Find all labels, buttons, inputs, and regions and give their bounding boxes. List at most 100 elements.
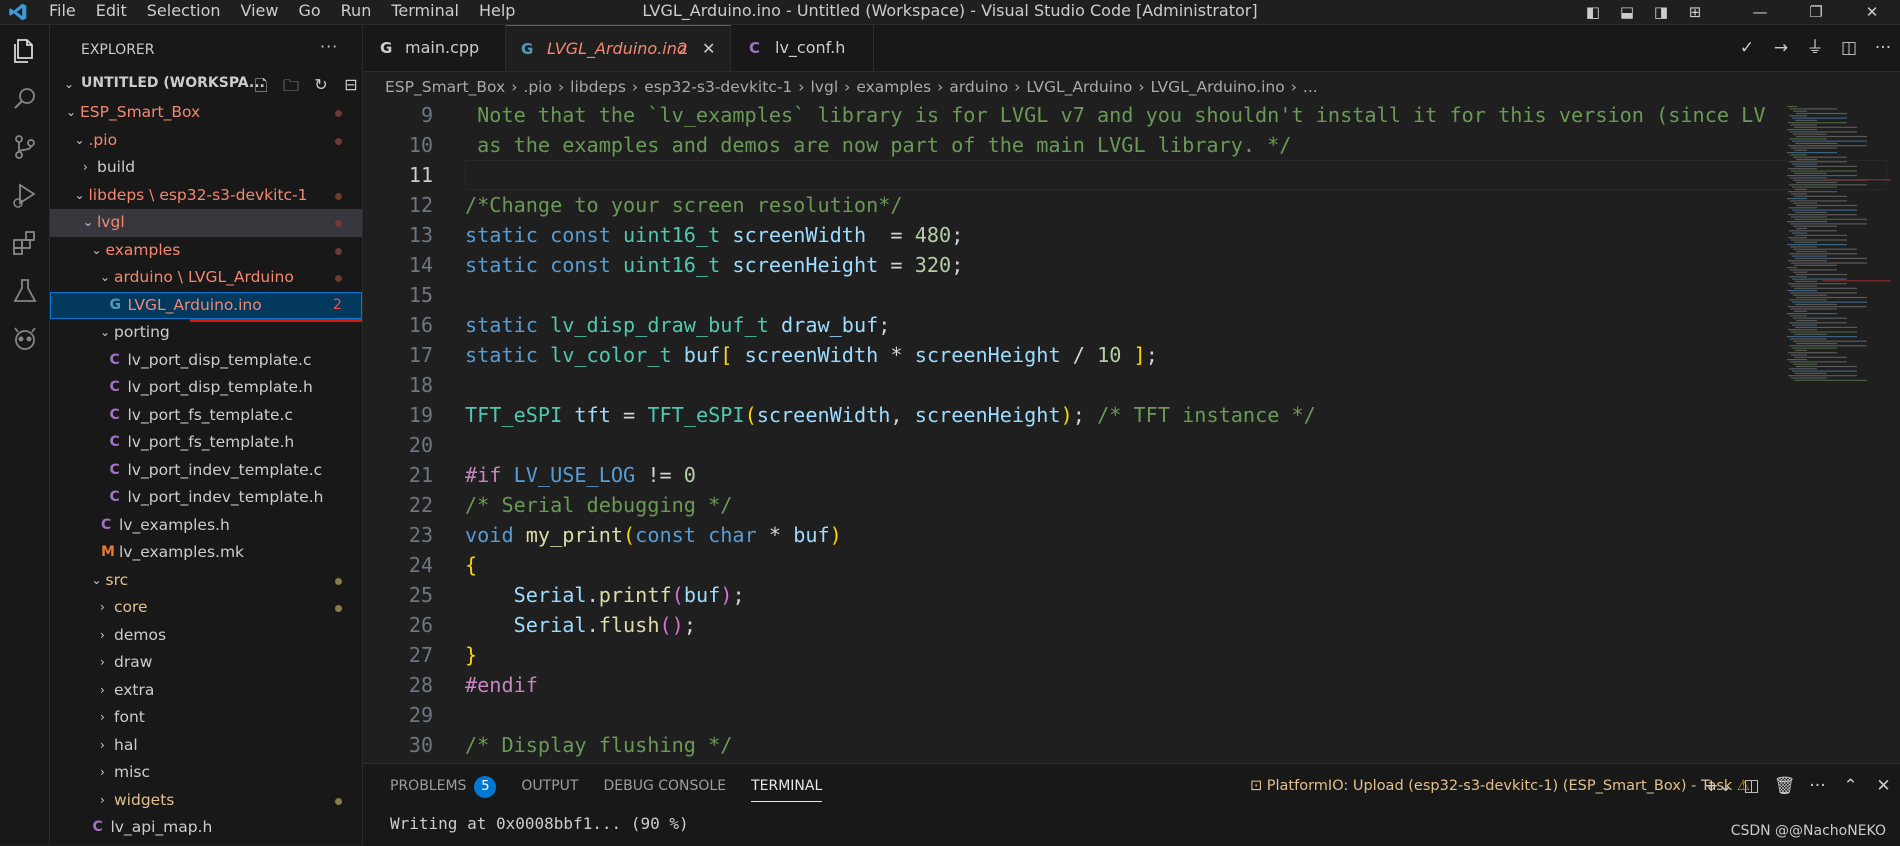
code-line[interactable]: static const uint16_t screenHeight = 320… bbox=[465, 250, 1765, 280]
code-line[interactable]: #endif bbox=[465, 670, 1765, 700]
tree-item[interactable]: › build bbox=[50, 154, 362, 182]
tree-item[interactable]: Clv_port_disp_template.h bbox=[50, 374, 362, 402]
split-terminal-icon[interactable]: ◫ bbox=[1735, 764, 1768, 808]
breadcrumb-item[interactable]: arduino bbox=[949, 78, 1008, 96]
terminal-task-selector[interactable]: ⊡ PlatformIO: Upload (esp32-s3-devkitc-1… bbox=[1250, 764, 1750, 808]
code-line[interactable]: #if LV_USE_LOG != 0 bbox=[465, 460, 1765, 490]
breadcrumb-item[interactable]: lvgl bbox=[811, 78, 839, 96]
minimize-button[interactable]: — bbox=[1732, 2, 1788, 22]
trash-icon[interactable]: 🗑 bbox=[1768, 764, 1801, 808]
workspace-header[interactable]: ⌄ UNTITLED (WORKSPA... 🗋 🗀 ↻ ⊟ bbox=[50, 72, 362, 99]
tree-item[interactable]: Clv_examples.h bbox=[50, 512, 362, 540]
breadcrumb-item[interactable]: libdeps bbox=[570, 78, 626, 96]
tree-item[interactable]: ⌄ ESP_Smart_Box bbox=[50, 99, 362, 127]
tree-item[interactable]: Clv_api_map.h bbox=[50, 814, 362, 842]
breadcrumb-item[interactable]: examples bbox=[856, 78, 931, 96]
more-actions-icon[interactable]: ··· bbox=[320, 37, 338, 56]
plug-icon[interactable]: ⏚ bbox=[1798, 25, 1832, 71]
code-line[interactable]: } bbox=[465, 640, 1765, 670]
close-window-button[interactable]: ✕ bbox=[1844, 2, 1900, 22]
menu-terminal[interactable]: Terminal bbox=[391, 0, 459, 24]
code-line[interactable]: Serial.flush(); bbox=[465, 610, 1765, 640]
menu-run[interactable]: Run bbox=[341, 0, 372, 24]
explorer-icon[interactable] bbox=[9, 35, 41, 67]
tree-item[interactable]: ⌄ examples bbox=[50, 237, 362, 265]
tab-output[interactable]: OUTPUT bbox=[521, 764, 578, 808]
code-line[interactable]: { bbox=[465, 550, 1765, 580]
menu-file[interactable]: File bbox=[49, 0, 76, 24]
tree-item[interactable]: Clv_port_indev_template.c bbox=[50, 457, 362, 485]
toggle-primary-sidebar-icon[interactable]: ◧ bbox=[1576, 2, 1610, 22]
code-line[interactable] bbox=[465, 280, 1765, 310]
tab-terminal[interactable]: TERMINAL bbox=[751, 764, 823, 808]
split-editor-icon[interactable]: ◫ bbox=[1832, 25, 1866, 71]
tree-item[interactable]: › draw bbox=[50, 649, 362, 677]
tree-item[interactable]: › widgets bbox=[50, 787, 362, 815]
code-line[interactable]: /*Change to your screen resolution*/ bbox=[465, 190, 1765, 220]
tree-item[interactable]: › extra bbox=[50, 677, 362, 705]
code-line[interactable]: TFT_eSPI tft = TFT_eSPI(screenWidth, scr… bbox=[465, 400, 1765, 430]
close-panel-icon[interactable]: ✕ bbox=[1867, 764, 1900, 808]
source-control-icon[interactable] bbox=[9, 131, 41, 163]
new-terminal-icon[interactable]: +⌄ bbox=[1702, 764, 1735, 808]
breadcrumb-item[interactable]: ... bbox=[1303, 78, 1318, 96]
tree-item[interactable]: Clv_port_fs_template.c bbox=[50, 402, 362, 430]
code-content[interactable]: Note that the `lv_examples` library is f… bbox=[465, 100, 1765, 760]
tab-debug-console[interactable]: DEBUG CONSOLE bbox=[603, 764, 726, 808]
menu-go[interactable]: Go bbox=[298, 0, 320, 24]
tree-item[interactable]: Mlv_examples.mk bbox=[50, 539, 362, 567]
extensions-icon[interactable] bbox=[9, 227, 41, 259]
tree-item[interactable]: Clv_port_fs_template.h bbox=[50, 429, 362, 457]
build-check-icon[interactable]: ✓ bbox=[1730, 25, 1764, 71]
code-line[interactable] bbox=[465, 430, 1765, 460]
code-line[interactable]: void my_print(const char * buf) bbox=[465, 520, 1765, 550]
breadcrumb-item[interactable]: esp32-s3-devkitc-1 bbox=[644, 78, 792, 96]
tree-item[interactable]: G LVGL_Arduino.ino 2 bbox=[50, 291, 362, 319]
run-and-debug-icon[interactable] bbox=[9, 179, 41, 211]
more-actions-icon[interactable]: ··· bbox=[1801, 764, 1834, 808]
tree-item[interactable]: › misc bbox=[50, 759, 362, 787]
new-file-icon[interactable]: 🗋 bbox=[246, 75, 276, 102]
code-line[interactable]: /* Display flushing */ bbox=[465, 730, 1765, 760]
tab-main-cpp[interactable]: G main.cpp bbox=[363, 25, 506, 71]
maximize-button[interactable]: ❐ bbox=[1788, 2, 1844, 22]
upload-arrow-icon[interactable]: → bbox=[1764, 25, 1798, 71]
search-icon[interactable] bbox=[9, 83, 41, 115]
code-line[interactable]: as the examples and demos are now part o… bbox=[465, 130, 1765, 160]
tree-item[interactable]: › core bbox=[50, 594, 362, 622]
code-line[interactable]: static const uint16_t screenWidth = 480; bbox=[465, 220, 1765, 250]
tree-item[interactable]: ⌄ libdeps \ esp32-s3-devkitc-1 bbox=[50, 182, 362, 210]
code-line[interactable] bbox=[465, 370, 1765, 400]
testing-icon[interactable] bbox=[9, 275, 41, 307]
code-editor[interactable]: 9 10 11 12 13 14 15 16 17 18 19 20 21 22 23 24 25 26 27 28 2… bbox=[363, 100, 1900, 762]
close-tab-icon[interactable]: ✕ bbox=[702, 26, 715, 72]
terminal-output[interactable]: Writing at 0x0008bbf1... (90 %) bbox=[390, 814, 689, 833]
tree-item[interactable]: ⌄ src bbox=[50, 567, 362, 595]
tab-lvgl-arduino[interactable]: G LVGL_Arduino.ino 2 ✕ bbox=[506, 25, 731, 71]
code-line[interactable]: static lv_disp_draw_buf_t draw_buf; bbox=[465, 310, 1765, 340]
maximize-panel-icon[interactable]: ⌃ bbox=[1834, 764, 1867, 808]
code-line[interactable]: static lv_color_t buf[ screenWidth * scr… bbox=[465, 340, 1765, 370]
tree-item[interactable]: › hal bbox=[50, 732, 362, 760]
code-line[interactable]: /* Serial debugging */ bbox=[465, 490, 1765, 520]
tree-item[interactable]: Clv_port_indev_template.h bbox=[50, 484, 362, 512]
tree-item[interactable]: ⌄ .pio bbox=[50, 127, 362, 155]
breadcrumb-item[interactable]: LVGL_Arduino bbox=[1026, 78, 1132, 96]
code-line[interactable] bbox=[465, 700, 1765, 730]
code-line[interactable]: Serial.printf(buf); bbox=[465, 580, 1765, 610]
tree-item[interactable]: ⌄ arduino \ LVGL_Arduino bbox=[50, 264, 362, 292]
platformio-icon[interactable] bbox=[9, 323, 41, 355]
toggle-panel-icon[interactable]: ⬓ bbox=[1610, 2, 1644, 22]
tree-item[interactable]: ⌄ porting bbox=[50, 319, 362, 347]
menu-edit[interactable]: Edit bbox=[96, 0, 127, 24]
code-line[interactable] bbox=[465, 160, 1765, 190]
menu-view[interactable]: View bbox=[241, 0, 279, 24]
code-line[interactable]: Note that the `lv_examples` library is f… bbox=[465, 100, 1765, 130]
more-actions-icon[interactable]: ··· bbox=[1866, 25, 1900, 71]
minimap[interactable] bbox=[1783, 100, 1891, 762]
tree-item[interactable]: › font bbox=[50, 704, 362, 732]
breadcrumb-item[interactable]: LVGL_Arduino.ino bbox=[1151, 78, 1285, 96]
tab-problems[interactable]: PROBLEMS 5 bbox=[390, 764, 497, 808]
menu-selection[interactable]: Selection bbox=[147, 0, 221, 24]
collapse-all-icon[interactable]: ⊟ bbox=[336, 75, 362, 102]
